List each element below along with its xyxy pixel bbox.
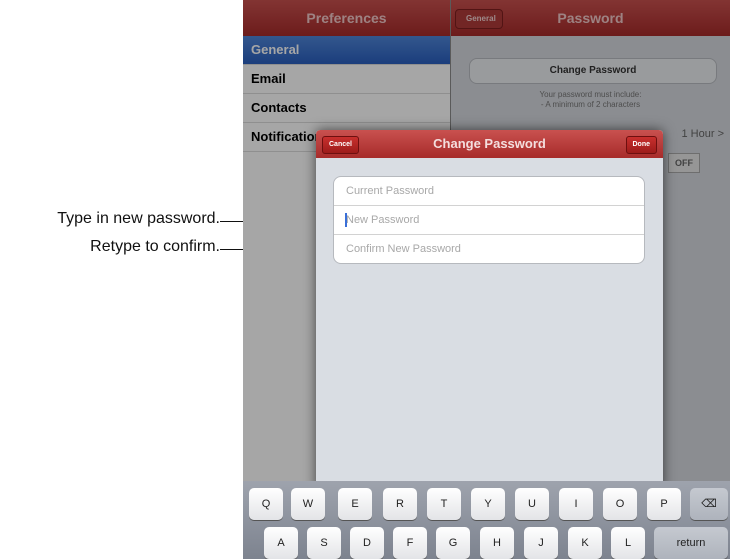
key-i[interactable]: I bbox=[559, 488, 593, 520]
key-g[interactable]: G bbox=[436, 527, 470, 559]
cancel-button[interactable]: Cancel bbox=[322, 136, 359, 154]
key-y[interactable]: Y bbox=[471, 488, 505, 520]
key-h[interactable]: H bbox=[480, 527, 514, 559]
password-fields-group: Current Password New Password Confirm Ne… bbox=[333, 176, 645, 264]
modal-header: Cancel Change Password Done bbox=[316, 130, 663, 158]
text-cursor bbox=[345, 213, 347, 227]
return-key[interactable]: return bbox=[654, 527, 728, 559]
current-password-field[interactable]: Current Password bbox=[334, 177, 644, 206]
current-password-placeholder: Current Password bbox=[346, 185, 435, 197]
key-s[interactable]: S bbox=[307, 527, 341, 559]
key-r[interactable]: R bbox=[383, 488, 417, 520]
key-f[interactable]: F bbox=[393, 527, 427, 559]
backspace-icon: ⌫ bbox=[701, 498, 717, 510]
key-t[interactable]: T bbox=[427, 488, 461, 520]
key-k[interactable]: K bbox=[568, 527, 602, 559]
key-q[interactable]: Q bbox=[249, 488, 283, 520]
ipad-screen: Preferences General Email Contacts Notif… bbox=[243, 0, 730, 559]
key-p[interactable]: P bbox=[647, 488, 681, 520]
key-u[interactable]: U bbox=[515, 488, 549, 520]
done-button[interactable]: Done bbox=[625, 136, 657, 154]
backspace-key[interactable]: ⌫ bbox=[690, 488, 728, 520]
confirm-password-placeholder: Confirm New Password bbox=[346, 243, 461, 255]
callout-new-password: Type in new password. bbox=[57, 210, 220, 227]
key-o[interactable]: O bbox=[603, 488, 637, 520]
key-d[interactable]: D bbox=[350, 527, 384, 559]
key-e[interactable]: E bbox=[338, 488, 372, 520]
change-password-modal: Cancel Change Password Done Current Pass… bbox=[316, 130, 663, 490]
confirm-password-field[interactable]: Confirm New Password bbox=[334, 235, 644, 263]
modal-title: Change Password bbox=[433, 136, 546, 151]
key-a[interactable]: A bbox=[264, 527, 298, 559]
key-w[interactable]: W bbox=[291, 488, 325, 520]
new-password-placeholder: New Password bbox=[346, 214, 420, 226]
key-j[interactable]: J bbox=[524, 527, 558, 559]
key-l[interactable]: L bbox=[611, 527, 645, 559]
callout-confirm: Retype to confirm. bbox=[90, 238, 220, 255]
keyboard: Q W E R T Y U I O P ⌫ A S D F G H J K L … bbox=[243, 481, 730, 559]
new-password-field[interactable]: New Password bbox=[334, 206, 644, 235]
